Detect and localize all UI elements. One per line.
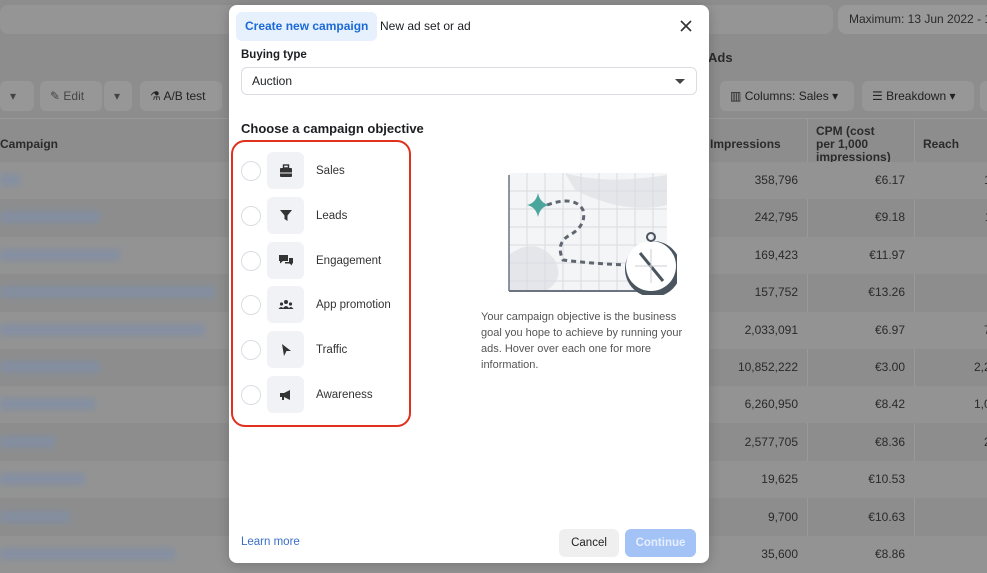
impressions-cell: 9,700: [767, 509, 798, 524]
columns-button[interactable]: ▥ Columns: Sales ▾: [720, 81, 854, 111]
columns-icon: ▥: [730, 89, 742, 103]
radio-button[interactable]: [241, 385, 261, 405]
impressions-cell: 169,423: [754, 247, 798, 262]
radio-button[interactable]: [241, 250, 261, 271]
objective-heading: Choose a campaign objective: [241, 121, 424, 136]
caret-down-icon: [675, 79, 685, 84]
reach-cell: 11: [914, 461, 987, 498]
breakdown-button[interactable]: ☰ Breakdown ▾: [862, 81, 974, 111]
objective-option-awareness[interactable]: Awareness: [241, 376, 401, 414]
objective-label: Leads: [316, 209, 348, 222]
people-icon: [267, 286, 304, 324]
cpm-cell: €8.36: [874, 434, 905, 449]
reach-cell: 65: [914, 274, 987, 311]
section-title: Ads: [708, 50, 733, 65]
ab-test-button[interactable]: ⚗ A/B test: [140, 81, 222, 111]
campaign-name-blurred: [0, 435, 55, 448]
campaign-name-blurred: [0, 361, 100, 373]
radio-button[interactable]: [241, 161, 261, 181]
pencil-icon: ✎: [50, 89, 61, 103]
objective-option-app-promotion[interactable]: App promotion: [241, 286, 401, 324]
reach-cell: 795: [914, 312, 987, 349]
impressions-cell: 358,796: [754, 173, 798, 187]
reach-cell: 23: [914, 536, 987, 573]
campaign-name-blurred: [0, 286, 215, 299]
impressions-cell: 6,260,950: [744, 397, 798, 412]
chat-bubbles-icon: [267, 241, 304, 279]
objective-label: Traffic: [316, 344, 348, 357]
briefcase-icon: [267, 152, 304, 189]
funnel-icon: [267, 196, 304, 234]
edit-dropdown-button[interactable]: ▾: [104, 81, 132, 111]
reach-cell: 67: [914, 237, 987, 274]
cpm-cell: €6.17: [874, 173, 905, 187]
cpm-cell: €6.97: [874, 322, 905, 337]
campaign-name-blurred: [0, 473, 85, 486]
impressions-cell: 2,577,705: [744, 434, 798, 449]
impressions-cell: 35,600: [761, 547, 798, 561]
cursor-icon: [267, 331, 304, 369]
radio-button[interactable]: [241, 340, 261, 361]
objective-label: Engagement: [316, 254, 382, 267]
reach-cell: 1,001: [973, 397, 987, 412]
reach-cell: 150: [914, 162, 987, 199]
dropdown-button[interactable]: ▾: [0, 81, 34, 111]
campaign-name-blurred: [0, 211, 100, 224]
cpm-cell: €9.18: [874, 210, 905, 225]
date-range-picker[interactable]: Maximum: 13 Jun 2022 - 13: [838, 5, 987, 34]
reach-cell: 6: [914, 499, 987, 536]
continue-button[interactable]: Continue: [625, 529, 696, 557]
cpm-cell: €13.26: [868, 285, 905, 300]
cpm-cell: €10.63: [868, 509, 905, 524]
more-button[interactable]: [980, 81, 987, 111]
objective-option-sales[interactable]: Sales: [241, 152, 401, 190]
cpm-cell: €3.00: [874, 360, 905, 374]
radio-button[interactable]: [241, 295, 261, 316]
objective-option-engagement[interactable]: Engagement: [241, 241, 401, 280]
campaign-name-blurred: [0, 398, 95, 411]
objective-label: Sales: [316, 165, 345, 177]
objective-option-traffic[interactable]: Traffic: [241, 331, 401, 369]
objective-label: App promotion: [316, 299, 391, 312]
objective-description: Your campaign objective is the business …: [481, 311, 683, 371]
campaign-name-blurred: [0, 323, 205, 336]
cpm-cell: €8.86: [874, 547, 905, 561]
edit-button[interactable]: ✎ Edit: [40, 81, 102, 111]
tab-new-ad-set-or-ad[interactable]: New ad set or ad: [371, 12, 480, 41]
impressions-cell: 242,795: [754, 210, 798, 225]
close-icon[interactable]: [677, 17, 695, 35]
map-compass-illustration: [508, 173, 677, 295]
cpm-cell: €11.97: [869, 247, 905, 262]
buying-type-select[interactable]: Auction: [241, 67, 697, 95]
megaphone-icon: [267, 376, 304, 413]
create-campaign-dialog: Create new campaign New ad set or ad Buy…: [229, 5, 709, 563]
breakdown-icon: ☰: [872, 89, 883, 103]
objective-label: Awareness: [316, 389, 373, 401]
objective-option-leads[interactable]: Leads: [241, 196, 401, 235]
cancel-button[interactable]: Cancel: [559, 529, 619, 557]
campaign-name-blurred: [0, 548, 175, 560]
impressions-cell: 19,625: [761, 472, 798, 487]
reach-cell: 2,227: [973, 360, 987, 374]
buying-type-label: Buying type: [241, 49, 307, 61]
reach-cell: 110: [914, 199, 987, 236]
tab-create-new-campaign[interactable]: Create new campaign: [236, 12, 378, 41]
impressions-cell: 10,852,222: [737, 360, 798, 374]
campaign-name-blurred: [0, 248, 120, 261]
learn-more-link[interactable]: Learn more: [241, 536, 300, 548]
impressions-cell: 2,033,091: [744, 322, 798, 337]
cpm-cell: €10.53: [868, 472, 905, 487]
reach-cell: 204: [914, 424, 987, 461]
flask-icon: ⚗: [150, 89, 161, 103]
radio-button[interactable]: [241, 205, 261, 226]
impressions-cell: 157,752: [754, 285, 798, 300]
campaign-name-blurred: [0, 510, 70, 523]
campaign-name-blurred: [0, 174, 20, 186]
cpm-cell: €8.42: [874, 397, 905, 412]
